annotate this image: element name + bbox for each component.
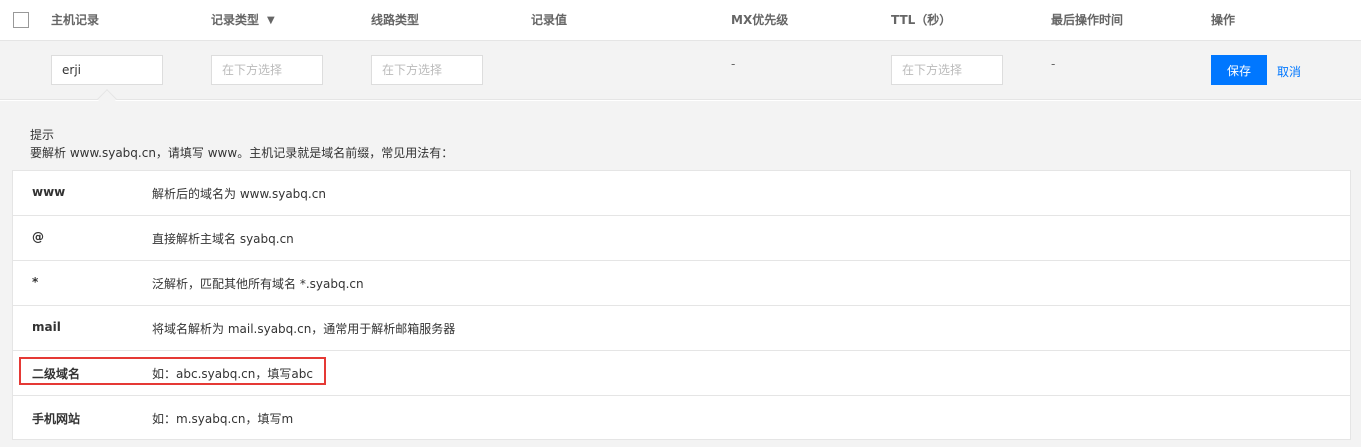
tip-row-value: 解析后的域名为 www.syabq.cn bbox=[152, 187, 326, 201]
save-button[interactable]: 保存 bbox=[1211, 55, 1267, 85]
line-type-select[interactable] bbox=[371, 55, 483, 85]
tip-row-value: 泛解析，匹配其他所有域名 *.syabq.cn bbox=[152, 277, 364, 291]
tip-row-key: 手机网站 bbox=[32, 412, 81, 426]
col-ttl: TTL（秒） bbox=[891, 13, 952, 27]
tip-row-mail: mail 将域名解析为 mail.syabq.cn，通常用于解析邮箱服务器 bbox=[13, 306, 1350, 351]
col-record-type-label: 记录类型 bbox=[211, 13, 260, 27]
edit-record-row: - - 保存 取消 bbox=[0, 41, 1361, 100]
mx-priority-value: - bbox=[731, 57, 736, 71]
tip-description: 要解析 www.syabq.cn，请填写 www。主机记录就是域名前缀，常见用法… bbox=[30, 146, 454, 160]
tip-row-value: 将域名解析为 mail.syabq.cn，通常用于解析邮箱服务器 bbox=[152, 322, 456, 336]
col-host-record: 主机记录 bbox=[51, 13, 100, 27]
tip-row-value: 直接解析主域名 syabq.cn bbox=[152, 232, 294, 246]
ttl-select[interactable] bbox=[891, 55, 1003, 85]
filter-icon[interactable]: ▼ bbox=[267, 0, 275, 41]
col-actions: 操作 bbox=[1211, 13, 1236, 27]
host-record-input[interactable] bbox=[51, 55, 163, 85]
cancel-link[interactable]: 取消 bbox=[1277, 63, 1301, 80]
col-mx-priority: MX优先级 bbox=[731, 13, 789, 27]
select-all-checkbox[interactable] bbox=[13, 12, 29, 28]
record-type-select[interactable] bbox=[211, 55, 323, 85]
tip-row-wildcard: * 泛解析，匹配其他所有域名 *.syabq.cn bbox=[13, 261, 1350, 306]
tip-row-mobile: 手机网站 如：m.syabq.cn，填写m bbox=[13, 396, 1350, 441]
table-header: 主机记录 记录类型 ▼ 线路类型 记录值 MX优先级 TTL（秒） 最后操作时间 … bbox=[0, 0, 1361, 41]
tip-row-at: @ 直接解析主域名 syabq.cn bbox=[13, 216, 1350, 261]
last-op-time-value: - bbox=[1051, 57, 1056, 71]
col-record-type[interactable]: 记录类型 ▼ bbox=[211, 0, 275, 41]
tip-row-www: www 解析后的域名为 www.syabq.cn bbox=[13, 171, 1350, 216]
tip-title: 提示 bbox=[30, 128, 55, 142]
tip-row-key: @ bbox=[32, 230, 44, 244]
col-line-type: 线路类型 bbox=[371, 13, 420, 27]
tip-row-key: * bbox=[32, 275, 39, 289]
highlight-box bbox=[19, 357, 326, 385]
tip-row-key: www bbox=[32, 185, 66, 199]
col-last-op-time: 最后操作时间 bbox=[1051, 13, 1124, 27]
tip-row-key: mail bbox=[32, 320, 61, 334]
tip-table: www 解析后的域名为 www.syabq.cn @ 直接解析主域名 syabq… bbox=[12, 170, 1351, 440]
tip-row-value: 如：m.syabq.cn，填写m bbox=[152, 412, 294, 426]
col-record-value: 记录值 bbox=[531, 13, 568, 27]
